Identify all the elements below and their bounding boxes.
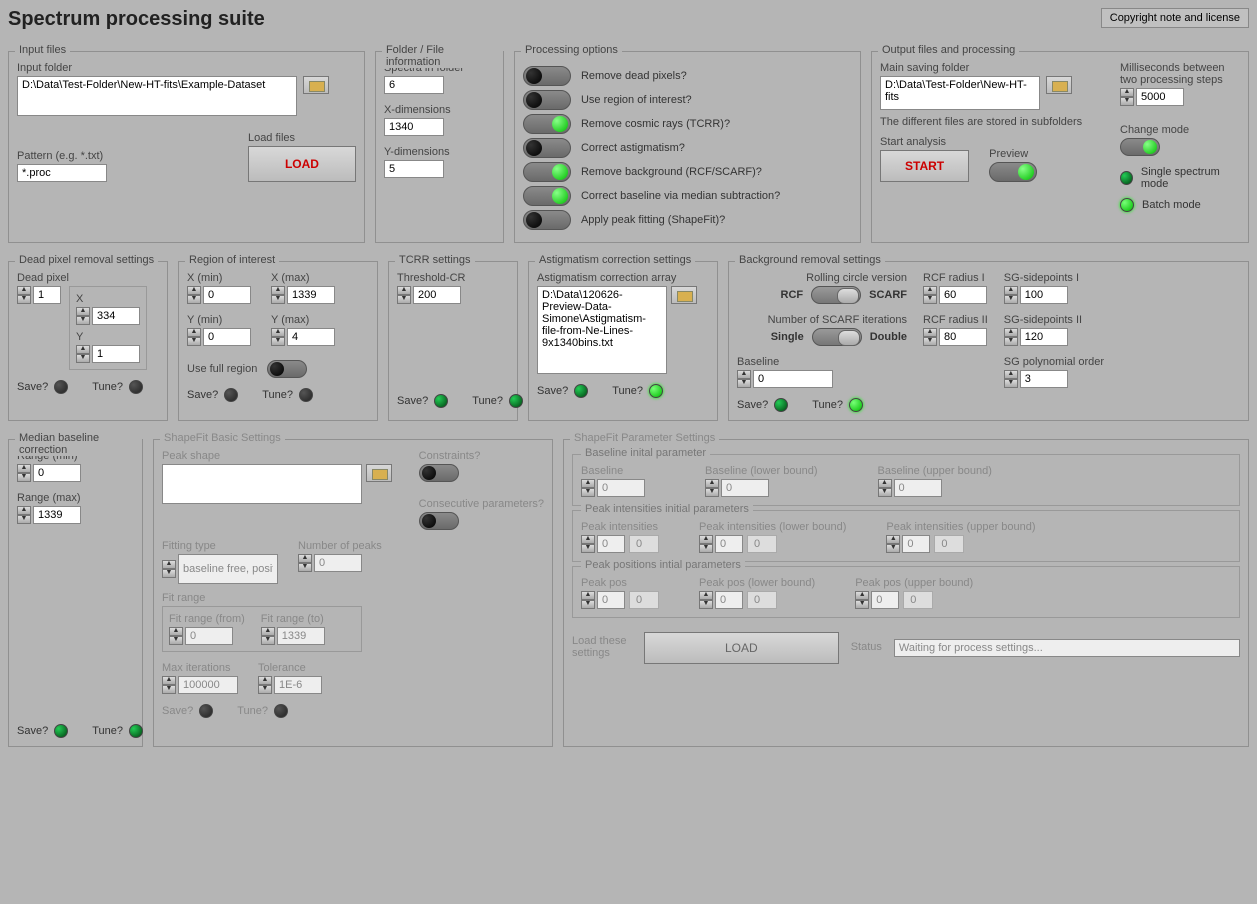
load-button[interactable]: LOAD xyxy=(248,146,356,182)
single-mode-led xyxy=(1120,171,1133,185)
browse-input-folder-icon[interactable] xyxy=(303,76,329,94)
input-folder-field[interactable]: D:\Data\Test-Folder\New-HT-fits\Example-… xyxy=(17,76,297,116)
license-button[interactable]: Copyright note and license xyxy=(1101,8,1249,28)
proc-opt-switch-3[interactable] xyxy=(523,138,571,158)
median-save-led[interactable] xyxy=(54,724,68,738)
proc-opt-label: Use region of interest? xyxy=(581,94,692,106)
rmin-field[interactable] xyxy=(33,464,81,482)
pattern-field[interactable] xyxy=(17,164,107,182)
proc-opt-label: Remove cosmic rays (TCRR)? xyxy=(581,118,730,130)
roi-panel: Region of interest X (min) ▲▼ Y (min) ▲▼… xyxy=(178,261,378,421)
tcrr-tune-led[interactable] xyxy=(509,394,523,408)
proc-opt-switch-6[interactable] xyxy=(523,210,571,230)
batch-mode-led xyxy=(1120,198,1134,212)
bg-baseline-field[interactable] xyxy=(753,370,833,388)
load-settings-button[interactable]: LOAD xyxy=(644,632,839,664)
num-peaks-field[interactable] xyxy=(314,554,362,572)
rmax-field[interactable] xyxy=(33,506,81,524)
sfp-baseline-lb-field[interactable] xyxy=(721,479,769,497)
shapefit-basic-panel: ShapeFit Basic Settings Peak shape Const… xyxy=(153,439,553,747)
ymax-field[interactable] xyxy=(287,328,335,346)
sfp-baseline-field[interactable] xyxy=(597,479,645,497)
peak-shape-field[interactable] xyxy=(162,464,362,504)
astig-array-field[interactable]: D:\Data\120626-Preview-Data-Simone\Astig… xyxy=(537,286,667,374)
ms-stepper[interactable]: ▲▼ xyxy=(1120,88,1134,106)
proc-opt-label: Remove dead pixels? xyxy=(581,70,687,82)
full-region-switch[interactable] xyxy=(267,360,307,378)
bg-tune-led[interactable] xyxy=(849,398,863,412)
astig-tune-led[interactable] xyxy=(649,384,663,398)
roi-save-led[interactable] xyxy=(224,388,238,402)
proc-opt-switch-0[interactable] xyxy=(523,66,571,86)
sg1-field[interactable] xyxy=(1020,286,1068,304)
output-panel: Output files and processing Main saving … xyxy=(871,51,1249,243)
proc-opt-label: Correct astigmatism? xyxy=(581,142,685,154)
bg-panel: Background removal settings Rolling circ… xyxy=(728,261,1249,421)
median-panel: Median baseline correction Range (min) ▲… xyxy=(8,439,143,747)
rcf-scarf-switch[interactable] xyxy=(811,286,861,304)
processing-options-panel: Processing options Remove dead pixels?Us… xyxy=(514,51,861,243)
consec-switch[interactable] xyxy=(419,512,459,530)
fit-to-field[interactable] xyxy=(277,627,325,645)
proc-opt-switch-2[interactable] xyxy=(523,114,571,134)
roi-tune-led[interactable] xyxy=(299,388,313,402)
constraints-switch[interactable] xyxy=(419,464,459,482)
folder-info-panel: Folder / File information Spectra in fol… xyxy=(375,51,504,243)
ms-field[interactable] xyxy=(1136,88,1184,106)
input-files-panel: Input files Input folder D:\Data\Test-Fo… xyxy=(8,51,365,243)
proc-opt-switch-1[interactable] xyxy=(523,90,571,110)
dead-pixel-panel: Dead pixel removal settings Dead pixel ▲… xyxy=(8,261,168,421)
preview-switch[interactable] xyxy=(989,162,1037,182)
single-double-switch[interactable] xyxy=(812,328,862,346)
astig-panel: Astigmatism correction settings Astigmat… xyxy=(528,261,718,421)
browse-peak-shape-icon[interactable] xyxy=(366,464,392,482)
change-mode-switch[interactable] xyxy=(1120,138,1160,156)
xdim-field xyxy=(384,118,444,136)
astig-save-led[interactable] xyxy=(574,384,588,398)
xmax-field[interactable] xyxy=(287,286,335,304)
sg2-field[interactable] xyxy=(1020,328,1068,346)
dead-save-led[interactable] xyxy=(54,380,68,394)
sgorder-field[interactable] xyxy=(1020,370,1068,388)
dead-y-field[interactable] xyxy=(92,345,140,363)
dead-tune-led[interactable] xyxy=(129,380,143,394)
status-field xyxy=(894,639,1240,657)
sfb-save-led[interactable] xyxy=(199,704,213,718)
max-iter-field[interactable] xyxy=(178,676,238,694)
sfp-baseline-ub-field[interactable] xyxy=(894,479,942,497)
main-saving-folder-field[interactable]: D:\Data\Test-Folder\New-HT-fits xyxy=(880,76,1040,110)
threshold-field[interactable] xyxy=(413,286,461,304)
sfb-tune-led[interactable] xyxy=(274,704,288,718)
dead-x-field[interactable] xyxy=(92,307,140,325)
ydim-field xyxy=(384,160,444,178)
xmin-field[interactable] xyxy=(203,286,251,304)
dead-pixel-stepper[interactable]: ▲▼ xyxy=(17,286,31,304)
browse-astig-icon[interactable] xyxy=(671,286,697,304)
tol-field[interactable] xyxy=(274,676,322,694)
start-button[interactable]: START xyxy=(880,150,969,182)
proc-opt-switch-4[interactable] xyxy=(523,162,571,182)
tcrr-panel: TCRR settings Threshold-CR ▲▼ Save? Tune… xyxy=(388,261,518,421)
proc-opt-label: Remove background (RCF/SCARF)? xyxy=(581,166,762,178)
rcf-r1-field[interactable] xyxy=(939,286,987,304)
browse-output-folder-icon[interactable] xyxy=(1046,76,1072,94)
fitting-type-field[interactable] xyxy=(178,554,278,584)
spectra-count xyxy=(384,76,444,94)
proc-opt-label: Correct baseline via median subtraction? xyxy=(581,190,780,202)
median-tune-led[interactable] xyxy=(129,724,143,738)
fit-from-field[interactable] xyxy=(185,627,233,645)
proc-opt-label: Apply peak fitting (ShapeFit)? xyxy=(581,214,725,226)
proc-opt-switch-5[interactable] xyxy=(523,186,571,206)
ymin-field[interactable] xyxy=(203,328,251,346)
tcrr-save-led[interactable] xyxy=(434,394,448,408)
page-title: Spectrum processing suite xyxy=(8,8,265,31)
dead-pixel-field[interactable] xyxy=(33,286,61,304)
shapefit-param-panel: ShapeFit Parameter Settings Baseline ini… xyxy=(563,439,1249,747)
bg-save-led[interactable] xyxy=(774,398,788,412)
rcf-r2-field[interactable] xyxy=(939,328,987,346)
